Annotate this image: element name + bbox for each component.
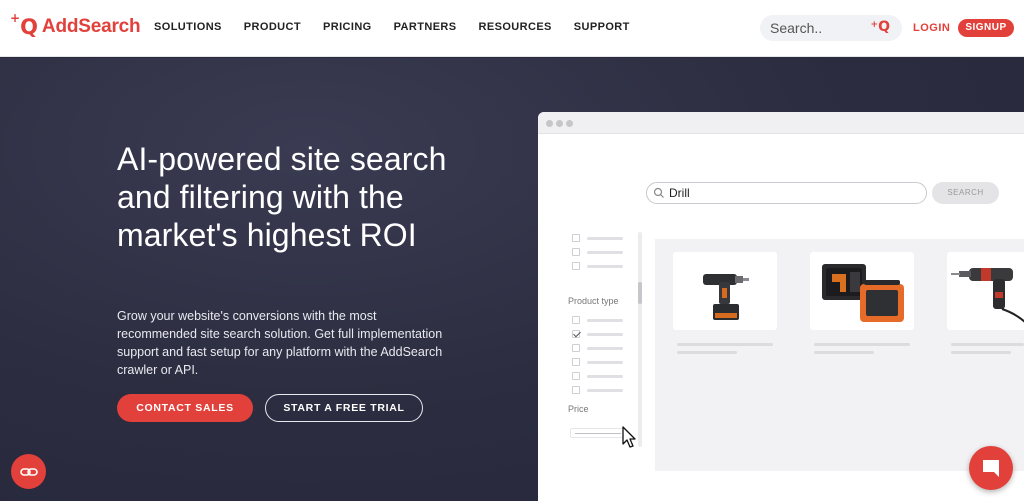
menu-item-product[interactable]: PRODUCT xyxy=(244,21,301,33)
checkbox xyxy=(572,262,580,270)
checkbox xyxy=(572,358,580,366)
contact-sales-button[interactable]: CONTACT SALES xyxy=(117,394,253,422)
placeholder-line xyxy=(814,351,874,354)
window-dot xyxy=(566,120,573,127)
checked-checkbox xyxy=(572,330,580,338)
nav-search-input[interactable] xyxy=(770,19,870,37)
signup-button[interactable]: SIGNUP xyxy=(958,19,1014,37)
addsearch-logo-icon: +Q xyxy=(10,10,38,39)
free-trial-button[interactable]: START A FREE TRIAL xyxy=(265,394,423,422)
hero-title: AI-powered site search and filtering wit… xyxy=(117,141,447,253)
product-card xyxy=(947,252,1024,330)
menu-item-support[interactable]: SUPPORT xyxy=(574,21,630,33)
mockup-title-bar xyxy=(538,112,1024,134)
placeholder-line xyxy=(814,343,910,346)
checkbox xyxy=(572,386,580,394)
mockup-search-field: Drill xyxy=(646,182,927,204)
menu-item-partners[interactable]: PARTNERS xyxy=(394,21,457,33)
placeholder-line xyxy=(587,389,623,392)
placeholder-line xyxy=(951,343,1024,346)
nav-search-box: +Q xyxy=(760,15,902,41)
corded-drill-image xyxy=(951,268,1024,323)
window-dot xyxy=(546,120,553,127)
mockup-results-area xyxy=(655,239,1024,471)
placeholder-line xyxy=(951,351,1011,354)
menu-item-resources[interactable]: RESOURCES xyxy=(479,21,552,33)
checkbox xyxy=(572,248,580,256)
accessibility-widget-button[interactable] xyxy=(11,454,46,489)
checkbox xyxy=(572,372,580,380)
addsearch-logo[interactable]: +Q AddSearch xyxy=(10,10,141,40)
drill-kit-image xyxy=(822,264,904,322)
product-card xyxy=(810,252,914,330)
placeholder-line xyxy=(587,375,623,378)
search-icon[interactable]: +Q xyxy=(871,19,890,35)
product-mockup-window: Drill SEARCH Product type Price xyxy=(538,112,1024,501)
checkbox xyxy=(572,234,580,242)
slider-line xyxy=(575,433,621,434)
filter-label-price: Price xyxy=(568,404,589,414)
logo-text: AddSearch xyxy=(41,16,141,37)
login-link[interactable]: LOGIN xyxy=(913,22,950,34)
mouse-pointer-icon xyxy=(622,426,636,448)
impact-driver-image xyxy=(703,274,749,320)
sidebar-scrollbar xyxy=(638,232,642,447)
chat-button[interactable] xyxy=(969,446,1013,490)
placeholder-line xyxy=(587,333,623,336)
checkbox xyxy=(572,344,580,352)
placeholder-line xyxy=(587,319,623,322)
price-slider xyxy=(570,428,626,438)
main-menu: SOLUTIONS PRODUCT PRICING PARTNERS RESOU… xyxy=(154,21,652,33)
filter-label-product-type: Product type xyxy=(568,296,619,306)
placeholder-line xyxy=(587,237,623,240)
magnifier-icon xyxy=(653,187,664,198)
link-icon xyxy=(19,467,38,476)
placeholder-line xyxy=(677,343,773,346)
menu-item-pricing[interactable]: PRICING xyxy=(323,21,372,33)
scrollbar-thumb xyxy=(638,282,642,304)
hero-description: Grow your website's conversions with the… xyxy=(117,309,443,377)
placeholder-line xyxy=(587,361,623,364)
chat-bubble-icon xyxy=(983,460,999,477)
mockup-filter-sidebar: Product type Price xyxy=(566,232,646,452)
placeholder-line xyxy=(587,251,623,254)
placeholder-line xyxy=(587,347,623,350)
hero-section: AI-powered site search and filtering wit… xyxy=(0,58,1024,501)
menu-item-solutions[interactable]: SOLUTIONS xyxy=(154,21,222,33)
placeholder-line xyxy=(677,351,737,354)
mockup-search-button: SEARCH xyxy=(932,182,999,204)
placeholder-line xyxy=(587,265,623,268)
mockup-search-value: Drill xyxy=(669,186,690,200)
checkbox xyxy=(572,316,580,324)
top-navigation: +Q AddSearch SOLUTIONS PRODUCT PRICING P… xyxy=(0,0,1024,57)
product-card xyxy=(673,252,777,330)
window-dot xyxy=(556,120,563,127)
